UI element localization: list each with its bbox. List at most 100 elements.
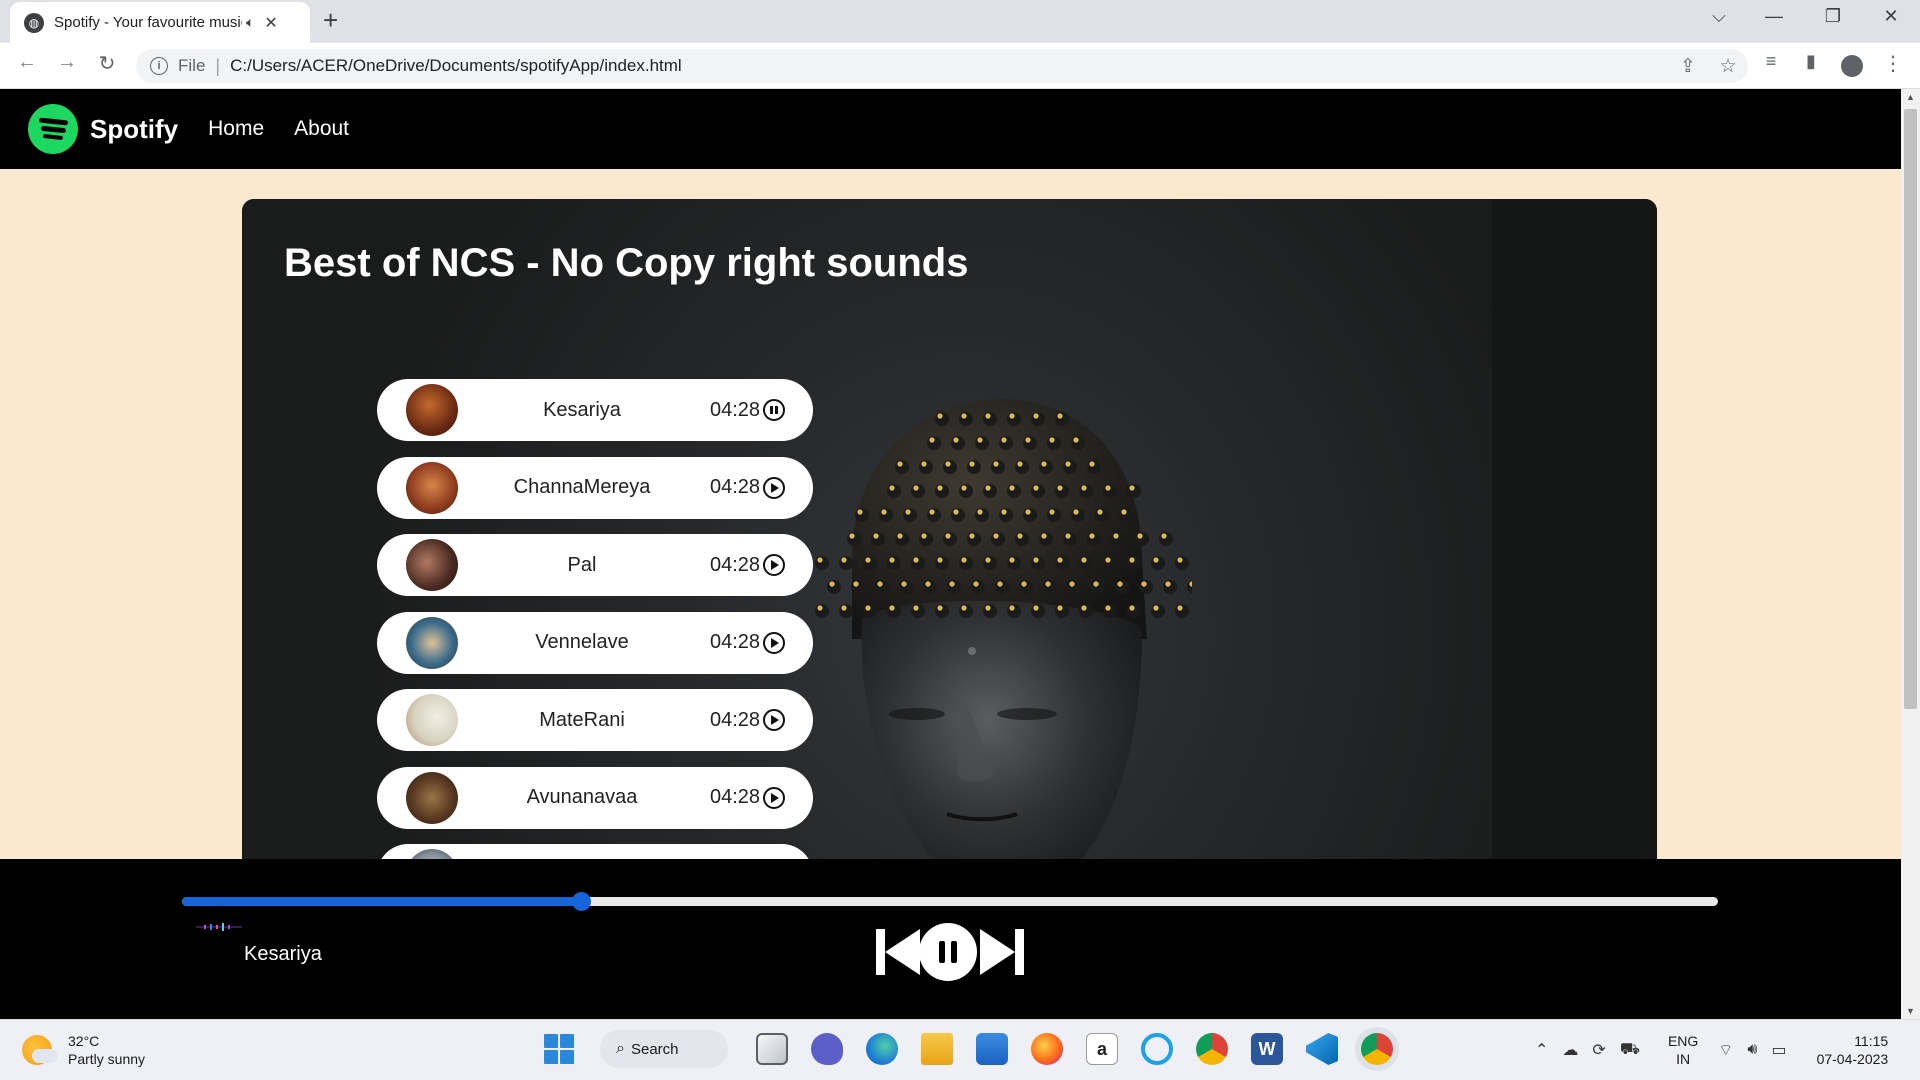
forward-icon[interactable]: → — [52, 51, 82, 74]
partly-sunny-icon — [22, 1035, 58, 1065]
globe-icon: ◍ — [24, 12, 44, 33]
spotify-logo-icon[interactable] — [28, 104, 78, 154]
side-panel-icon[interactable]: ▮ — [1796, 51, 1826, 72]
address-bar[interactable]: i File | C:/Users/ACER/OneDrive/Document… — [136, 49, 1748, 83]
nav-link-about[interactable]: About — [294, 117, 349, 141]
pause-button-icon[interactable] — [919, 923, 977, 981]
chat-icon[interactable] — [811, 1033, 843, 1065]
reading-list-icon[interactable]: ≡ — [1756, 51, 1786, 72]
next-track-icon[interactable] — [980, 927, 1024, 977]
word-icon[interactable]: W — [1251, 1033, 1283, 1065]
play-icon[interactable] — [763, 709, 785, 731]
scrollbar-thumb[interactable] — [1904, 109, 1917, 709]
profile-icon[interactable] — [1841, 55, 1863, 77]
chrome-profile-icon[interactable] — [1196, 1033, 1228, 1065]
play-icon[interactable] — [763, 554, 785, 576]
weather-temperature: 32°C — [68, 1033, 100, 1049]
song-duration: 04:28 — [710, 631, 761, 653]
album-cover-image — [406, 771, 458, 824]
pause-icon[interactable] — [763, 399, 785, 421]
restore-button[interactable]: ❐ — [1813, 6, 1853, 27]
battery-icon[interactable]: ▭ — [1771, 1040, 1786, 1060]
amazon-icon[interactable]: a — [1086, 1033, 1118, 1065]
progress-slider[interactable] — [182, 892, 1718, 911]
song-item-pal[interactable]: Pal 04:28 — [377, 534, 813, 596]
share-icon[interactable]: ⇪ — [1668, 55, 1708, 78]
progress-handle[interactable] — [572, 892, 592, 911]
song-duration: 04:28 — [710, 398, 761, 421]
sync-icon[interactable]: ⟳ — [1592, 1040, 1605, 1060]
taskbar-apps: ⌕ Search a W — [544, 1030, 1393, 1068]
song-item-materani[interactable]: MateRani 04:28 — [377, 689, 813, 751]
tab-search-icon[interactable]: ⌵ — [1699, 6, 1739, 27]
song-list: Kesariya 04:28 ChannaMereya 04:28 Pal 04… — [377, 379, 813, 922]
page-scrollbar[interactable]: ▲ ▼ — [1901, 89, 1920, 1019]
browser-tab-strip: ◍ Spotify - Your favourite music 🔈︎ ✕ + … — [0, 0, 1920, 43]
song-duration: 04:28 — [710, 708, 761, 731]
language-code: ENG — [1667, 1033, 1699, 1049]
new-tab-button[interactable]: + — [323, 5, 338, 35]
onedrive-icon[interactable]: ☁ — [1562, 1040, 1578, 1060]
close-window-button[interactable]: ✕ — [1871, 6, 1911, 27]
page-viewport: Spotify Home About Best of NCS - No Copy… — [0, 89, 1901, 1019]
minimize-button[interactable]: — — [1754, 6, 1794, 27]
language-indicator[interactable]: ENG IN — [1668, 1032, 1698, 1068]
progress-fill — [182, 897, 582, 906]
play-icon[interactable] — [763, 631, 785, 654]
weather-condition: Partly sunny — [68, 1051, 146, 1067]
address-bar-actions: ⇪ ☆ — [1668, 49, 1748, 83]
page-title: Best of NCS - No Copy right sounds — [284, 241, 969, 285]
info-icon[interactable]: i — [150, 57, 168, 75]
firefox-icon[interactable] — [1031, 1033, 1063, 1065]
back-icon[interactable]: ← — [12, 51, 42, 74]
mail-icon[interactable] — [976, 1033, 1008, 1065]
chrome-icon[interactable] — [1361, 1033, 1393, 1065]
clock-date: 07-04-2023 — [1816, 1051, 1889, 1067]
scroll-up-icon[interactable]: ▲ — [1901, 89, 1920, 105]
bookmark-star-icon[interactable]: ☆ — [1708, 55, 1748, 78]
cortana-icon[interactable] — [1141, 1033, 1173, 1065]
brand-name[interactable]: Spotify — [90, 114, 178, 145]
song-name: Pal — [567, 553, 597, 576]
scroll-down-icon[interactable]: ▼ — [1901, 1003, 1920, 1019]
clock[interactable]: 11:15 07-04-2023 — [1817, 1032, 1889, 1068]
file-explorer-icon[interactable] — [921, 1033, 953, 1065]
weather-widget[interactable]: 32°C Partly sunny — [22, 1032, 145, 1068]
browser-toolbar: ← → ↻ i File | C:/Users/ACER/OneDrive/Do… — [0, 43, 1920, 89]
song-item-vennelave[interactable]: Vennelave 04:28 — [377, 611, 813, 674]
song-duration: 04:28 — [710, 476, 761, 498]
previous-track-icon[interactable] — [876, 927, 920, 977]
play-icon[interactable] — [763, 476, 785, 499]
address-separator: | — [215, 55, 221, 76]
album-cover-image — [406, 384, 458, 436]
chevron-up-icon[interactable]: ⌃ — [1535, 1040, 1548, 1060]
song-duration: 04:28 — [710, 553, 761, 576]
song-name: Avunanavaa — [526, 786, 638, 808]
address-url[interactable]: C:/Users/ACER/OneDrive/Documents/spotify… — [230, 56, 682, 76]
edge-browser-icon[interactable] — [866, 1033, 898, 1065]
region-code: IN — [1676, 1051, 1691, 1067]
tab-title: Spotify - Your favourite music — [54, 14, 242, 31]
song-item-kesariya[interactable]: Kesariya 04:28 — [377, 379, 813, 441]
close-tab-icon[interactable]: ✕ — [264, 13, 277, 33]
reload-icon[interactable]: ↻ — [92, 51, 122, 76]
speaker-icon[interactable]: 🔈︎ — [246, 14, 254, 31]
menu-kebab-icon[interactable]: ⋮ — [1878, 51, 1908, 76]
site-navbar: Spotify Home About — [0, 89, 1901, 169]
album-cover-image — [406, 539, 458, 591]
system-tray: ⌃ ☁ ⟳ ⛟ ENG IN ⌔ 🔊︎ ▭ 11:15 07-04-2023 — [1535, 1032, 1888, 1068]
vscode-icon[interactable] — [1306, 1033, 1338, 1065]
nav-link-home[interactable]: Home — [208, 117, 264, 141]
song-item-avunanavaa[interactable]: Avunanavaa 04:28 — [377, 766, 813, 829]
task-view-icon[interactable] — [756, 1033, 788, 1065]
dropbox-icon[interactable]: ⛟ — [1620, 1040, 1640, 1060]
play-icon[interactable] — [763, 786, 785, 809]
windows-taskbar: 32°C Partly sunny ⌕ Search a W ⌃ ☁ ⟳ ⛟ E… — [0, 1019, 1920, 1080]
clock-time: 11:15 — [1854, 1033, 1889, 1049]
wifi-icon[interactable]: ⌔ — [1718, 1040, 1733, 1060]
volume-icon[interactable]: 🔊︎ — [1747, 1041, 1757, 1059]
browser-tab[interactable]: ◍ Spotify - Your favourite music 🔈︎ ✕ — [10, 2, 310, 43]
taskbar-search[interactable]: ⌕ Search — [600, 1030, 728, 1068]
song-item-channamereya[interactable]: ChannaMereya 04:28 — [377, 456, 813, 519]
windows-start-icon[interactable] — [544, 1034, 574, 1064]
